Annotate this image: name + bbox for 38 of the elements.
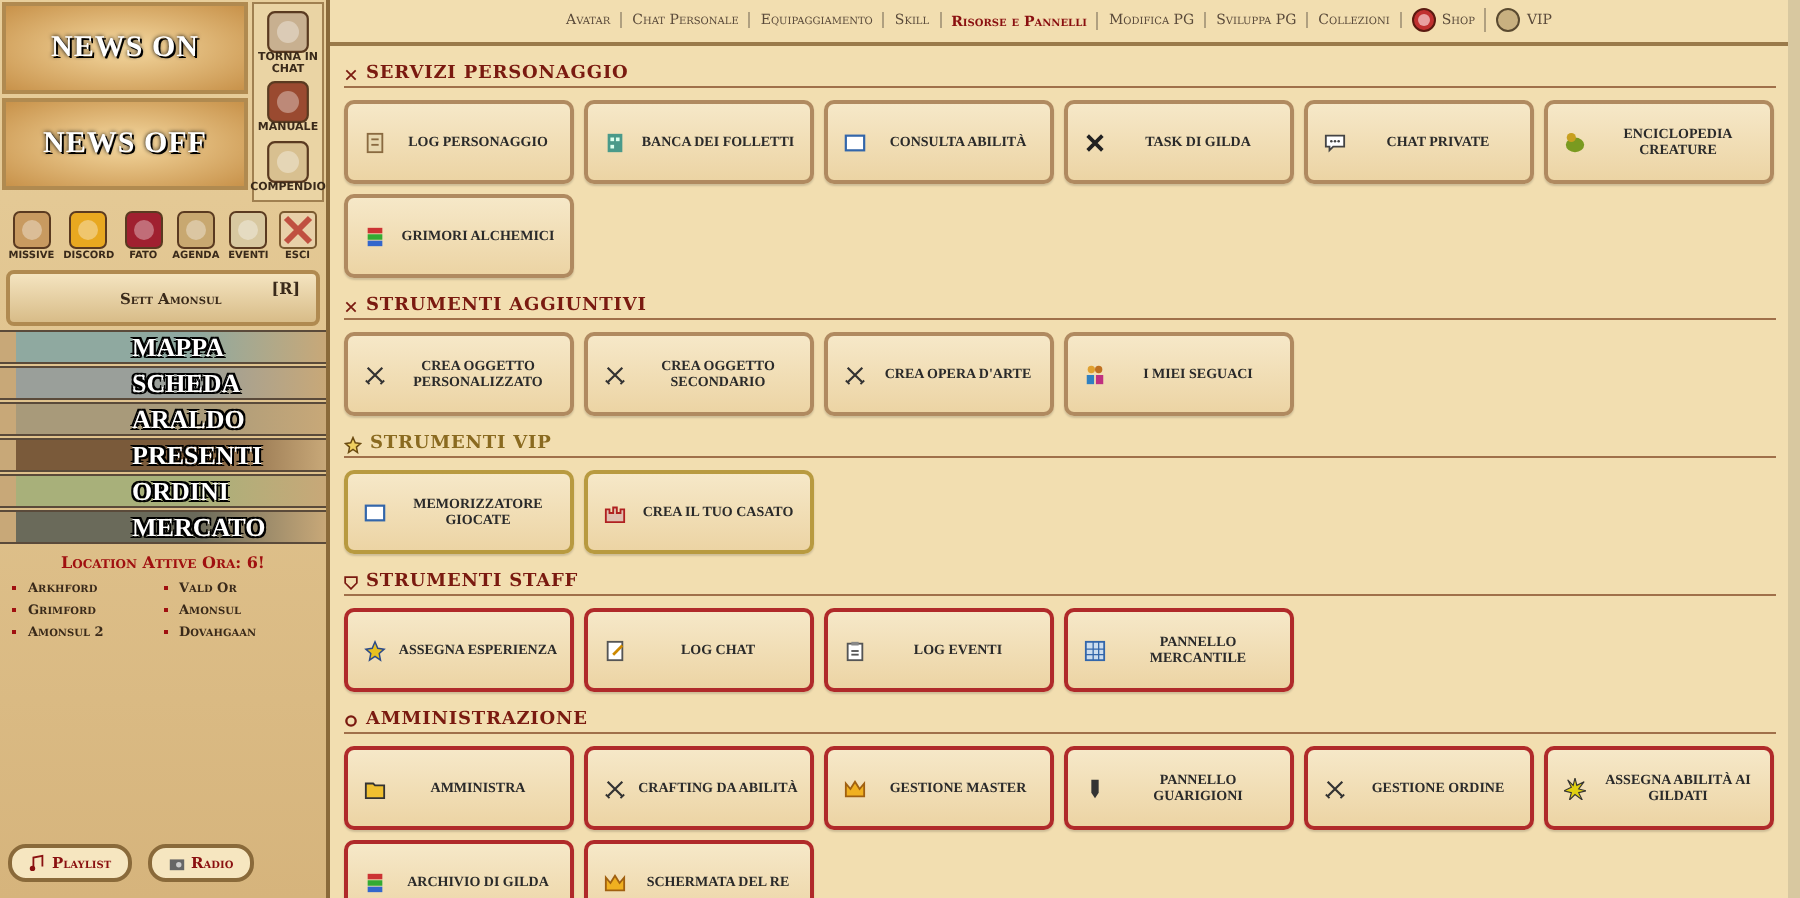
books-icon [364,871,386,893]
coin-icon [1411,8,1436,32]
folder-icon [364,777,386,799]
crossed-swords-icon [604,363,626,385]
star-icon [364,639,386,661]
user-rank: [R] [271,278,300,298]
radio-icon [167,854,186,872]
clipboard-icon [844,639,866,661]
speech-bubble-icon [1324,131,1346,153]
crossed-swords-icon [344,67,358,81]
crossed-swords-icon [364,363,386,385]
building-icon [604,131,626,153]
table-icon [1084,639,1106,661]
castle-icon [604,501,626,523]
section-title: STRUMENTI AGGIUNTIVI [366,296,647,316]
section-title: STRUMENTI STAFF [366,572,579,592]
scroll-icon [364,131,386,153]
crossed-swords-icon [844,363,866,385]
shield-icon [344,575,358,589]
note-icon [604,639,626,661]
star-icon [344,435,362,453]
burst-icon [1564,777,1586,799]
music-note-icon [28,854,46,872]
section-title: STRUMENTI VIP [370,434,552,454]
menu-banner[interactable]: PRESENTI [0,438,326,472]
books-icon [364,225,386,247]
crossed-swords-icon [1324,777,1346,799]
section-title: SERVIZI PERSONAGGIO [366,64,629,84]
crown-icon [604,871,626,893]
cross-icon [277,210,318,250]
people-icon [1084,363,1106,385]
crossed-swords-icon [604,777,626,799]
menu-banner[interactable]: MERCATO [0,510,326,544]
creature-icon [1564,131,1586,153]
crossed-swords-icon [344,299,358,313]
section-title: AMMINISTRAZIONE [366,710,588,730]
locations-title: Location Attive Ora: 6! [59,552,267,572]
crown-icon [844,777,866,799]
